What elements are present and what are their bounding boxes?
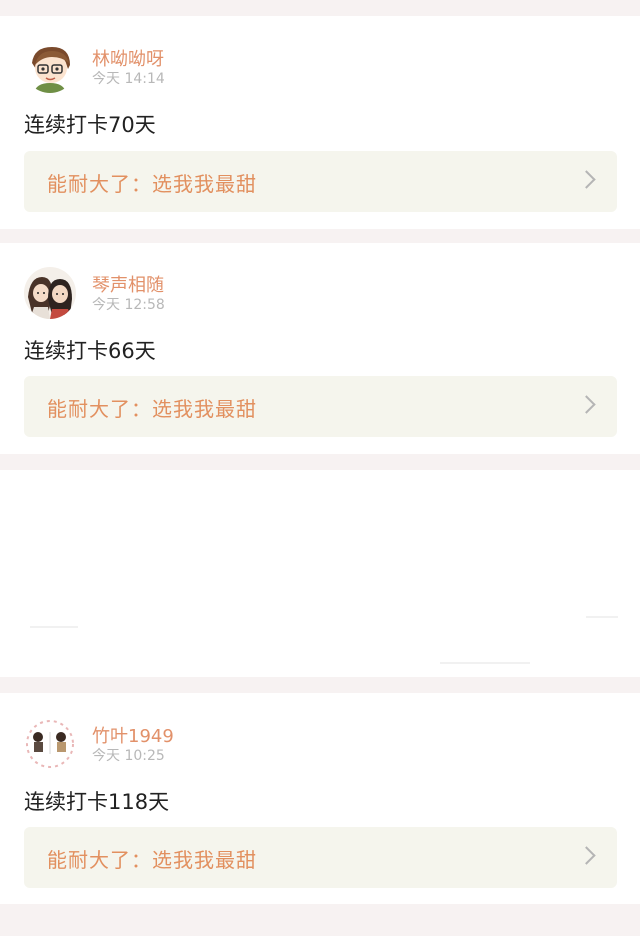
avatar[interactable] [24, 41, 76, 93]
post-text: 连续打卡66天 [24, 339, 156, 363]
feed: 林呦呦呀 今天 14:14 连续打卡70天 能耐大了：选我我最甜 琴声相随 今天… [0, 0, 640, 936]
post-time: 今天 14:14 [92, 71, 165, 87]
loading-card [0, 470, 640, 677]
quote-card[interactable]: 能耐大了：选我我最甜 [24, 827, 617, 888]
chevron-right-icon [577, 846, 596, 865]
post-time: 今天 10:25 [92, 748, 165, 764]
quote-card[interactable]: 能耐大了：选我我最甜 [24, 376, 617, 437]
divider [440, 662, 530, 664]
couple-anime-avatar-icon [24, 267, 76, 319]
post-card: 琴声相随 今天 12:58 连续打卡66天 能耐大了：选我我最甜 [0, 243, 640, 454]
quote-text: 能耐大了：选我我最甜 [47, 397, 257, 421]
quote-text: 能耐大了：选我我最甜 [47, 848, 257, 872]
divider [30, 626, 78, 628]
divider [586, 616, 618, 618]
cartoon-boy-avatar-icon [24, 41, 76, 93]
post-text: 连续打卡118天 [24, 790, 170, 814]
post-card: 林呦呦呀 今天 14:14 连续打卡70天 能耐大了：选我我最甜 [0, 16, 640, 229]
avatar[interactable] [24, 718, 76, 770]
quote-card[interactable]: 能耐大了：选我我最甜 [24, 151, 617, 212]
chibi-couple-avatar-icon [24, 718, 76, 770]
post-time: 今天 12:58 [92, 297, 165, 313]
post-card: 竹叶1949 今天 10:25 连续打卡118天 能耐大了：选我我最甜 [0, 693, 640, 904]
chevron-right-icon [577, 170, 596, 189]
chevron-right-icon [577, 395, 596, 414]
post-text: 连续打卡70天 [24, 113, 156, 137]
quote-text: 能耐大了：选我我最甜 [47, 172, 257, 196]
avatar[interactable] [24, 267, 76, 319]
